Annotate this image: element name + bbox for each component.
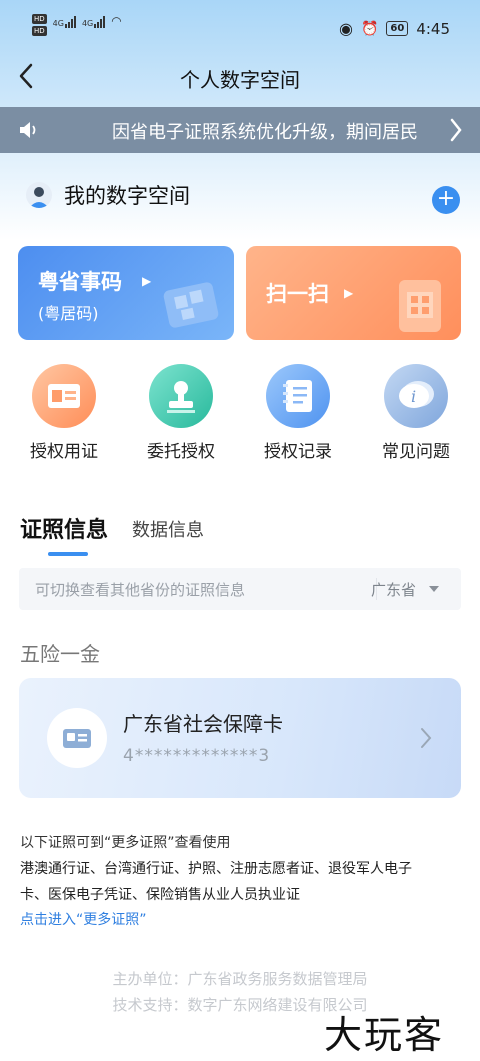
alarm-icon: ⏰ bbox=[360, 20, 379, 37]
user-icon bbox=[29, 187, 49, 208]
nav-bar: 个人数字空间 bbox=[0, 58, 480, 102]
residence-code-card[interactable]: 粤省事码 ▶ (粤居码) bbox=[18, 246, 234, 340]
card-subtitle: (粤居码) bbox=[38, 304, 99, 323]
signal-icon: 4G bbox=[53, 14, 76, 28]
network-type-label: 4G bbox=[52, 19, 64, 28]
status-bar: HD HD 4G 4G ◠ ◉ ⏰ 60 4:45 bbox=[0, 0, 480, 58]
quick-action-label: 委托授权 bbox=[147, 442, 215, 462]
filter-hint: 可切换查看其他省份的证照信息 bbox=[35, 581, 246, 599]
chevron-right-icon bbox=[421, 728, 432, 748]
quick-action-faq[interactable]: i 常见问题 bbox=[366, 362, 466, 462]
network-type-label: 4G bbox=[81, 19, 94, 28]
battery-icon: 60 bbox=[386, 21, 409, 36]
more-certificates-list: 港澳通行证、台湾通行证、护照、注册志愿者证、退役军人电子 卡、医保电子凭证、保险… bbox=[20, 856, 460, 908]
add-button[interactable]: + bbox=[432, 186, 460, 214]
more-certificates-line: 港澳通行证、台湾通行证、护照、注册志愿者证、退役军人电子 bbox=[20, 861, 412, 877]
id-card-icon bbox=[63, 729, 91, 748]
quick-action-label: 授权用证 bbox=[30, 442, 98, 462]
certificate-name: 广东省社会保障卡 bbox=[123, 712, 283, 736]
footer-sponsor: 主办单位：广东省政务服务数据管理局 bbox=[112, 970, 368, 988]
page-title: 个人数字空间 bbox=[180, 68, 300, 92]
hd-badge: HD bbox=[32, 14, 47, 24]
triangle-right-icon: ▶ bbox=[344, 286, 354, 300]
tab-data[interactable]: 数据信息 bbox=[132, 516, 204, 542]
tab-certificates[interactable]: 证照信息 bbox=[20, 512, 108, 544]
notice-text: 因省电子证照系统优化升级，期间居民 bbox=[112, 122, 418, 143]
card-title: 粤省事码 bbox=[38, 270, 122, 294]
stamp-icon bbox=[149, 364, 213, 428]
space-header: 我的数字空间 + bbox=[0, 172, 480, 222]
card-icon-circle bbox=[47, 708, 107, 768]
scan-card[interactable]: 扫一扫 ▶ bbox=[246, 246, 461, 340]
section-title: 五险一金 bbox=[20, 642, 100, 666]
certificate-number: 4*************3 bbox=[123, 746, 271, 766]
province-filter[interactable]: 可切换查看其他省份的证照信息 广东省 bbox=[19, 568, 461, 610]
quick-action-label: 授权记录 bbox=[264, 442, 332, 462]
wifi-icon: ◠ bbox=[111, 14, 122, 28]
phone-qr-icon bbox=[399, 280, 441, 332]
quick-action-label: 常见问题 bbox=[382, 442, 450, 462]
triangle-right-icon: ▶ bbox=[142, 274, 152, 288]
caret-down-icon bbox=[429, 586, 439, 592]
province-select[interactable]: 广东省 bbox=[371, 579, 416, 600]
quick-action-authorize-use[interactable]: 授权用证 bbox=[14, 362, 114, 462]
tab-indicator bbox=[48, 552, 88, 556]
chevron-right-icon bbox=[450, 118, 462, 142]
hd-stack: HD HD bbox=[32, 14, 47, 36]
quick-action-delegate[interactable]: 委托授权 bbox=[131, 362, 231, 462]
signal-icon: 4G bbox=[81, 14, 106, 28]
card-title: 扫一扫 bbox=[266, 282, 329, 306]
quick-action-records[interactable]: 授权记录 bbox=[248, 362, 348, 462]
qr-card-icon bbox=[163, 282, 219, 328]
status-left: HD HD 4G 4G ◠ bbox=[32, 14, 122, 36]
more-certificates-link[interactable]: 点击进入“更多证照” bbox=[20, 909, 147, 929]
id-card-icon bbox=[32, 364, 96, 428]
eye-icon: ◉ bbox=[338, 19, 353, 38]
info-bubble-icon: i bbox=[384, 364, 448, 428]
more-certificates-line: 卡、医保电子凭证、保险销售从业人员执业证 bbox=[20, 887, 300, 903]
clock: 4:45 bbox=[416, 19, 450, 38]
avatar[interactable] bbox=[26, 182, 52, 208]
svg-text:i: i bbox=[411, 387, 416, 406]
watermark: 大玩客 bbox=[324, 1013, 445, 1057]
hd-badge: HD bbox=[32, 26, 47, 36]
status-right: ◉ ⏰ 60 4:45 bbox=[339, 19, 450, 38]
notice-bar[interactable]: 因省电子证照系统优化升级，期间居民 bbox=[0, 107, 480, 153]
space-title: 我的数字空间 bbox=[64, 184, 190, 208]
plus-icon: + bbox=[436, 186, 456, 211]
notebook-icon bbox=[266, 364, 330, 428]
social-security-card[interactable]: 广东省社会保障卡 4*************3 bbox=[19, 678, 461, 798]
more-certificates-title: 以下证照可到“更多证照”查看使用 bbox=[20, 835, 231, 851]
speaker-icon bbox=[20, 122, 36, 138]
